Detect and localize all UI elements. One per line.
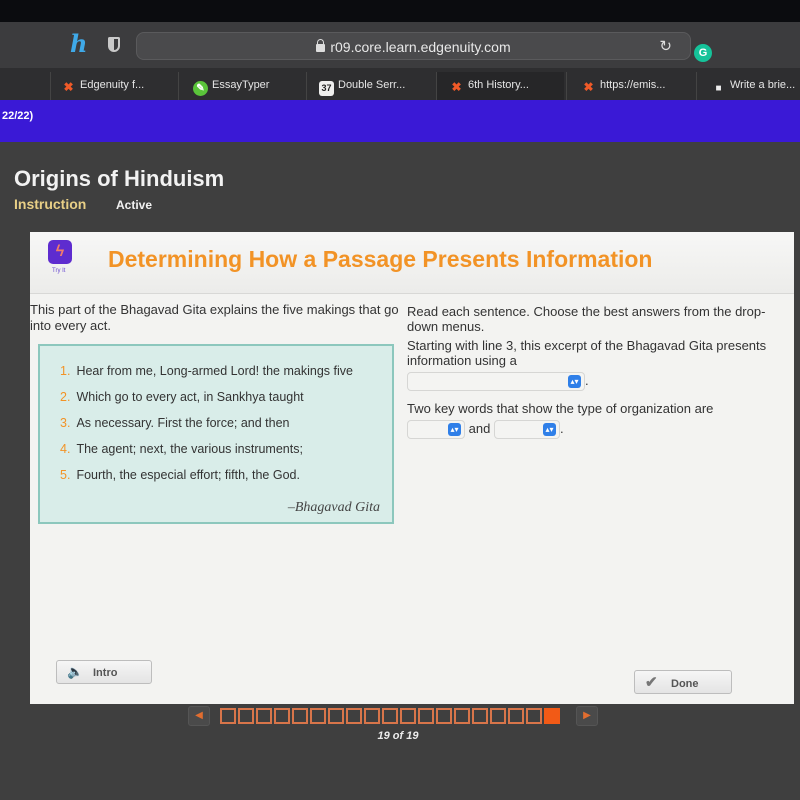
question-2-dropdown-1[interactable]: ▴▾ <box>407 420 465 439</box>
dropdown-chevron-icon: ▴▾ <box>568 375 581 388</box>
page-indicator[interactable] <box>526 708 542 724</box>
dropdown-chevron-icon: ▴▾ <box>448 423 461 436</box>
address-bar[interactable]: r09.core.learn.edgenuity.com ↻ <box>136 32 691 60</box>
page-indicator[interactable] <box>454 708 470 724</box>
progress-counter: 22/22) <box>2 110 34 122</box>
question-1-dropdown[interactable]: ▴▾ <box>407 372 585 391</box>
screen: h r09.core.learn.edgenuity.com ↻ G ✖ Edge… <box>0 0 800 800</box>
page-indicator[interactable] <box>400 708 416 724</box>
tab-write-brief[interactable]: ■ Write a brie... <box>696 72 800 102</box>
page-indicator[interactable] <box>346 708 362 724</box>
page-indicators <box>220 708 560 724</box>
page-indicator[interactable] <box>310 708 326 724</box>
tab-edgenuity[interactable]: ✖ Edgenuity f... <box>50 72 176 102</box>
page-indicator[interactable] <box>256 708 272 724</box>
edgenuity-x-icon: ✖ <box>63 80 74 94</box>
intro-audio-button[interactable]: 🔈 Intro <box>56 660 152 684</box>
course-title: Origins of Hinduism <box>14 166 225 191</box>
page-indicator[interactable] <box>508 708 524 724</box>
privacy-shield-icon[interactable] <box>108 37 120 52</box>
lesson-page: Origins of Hinduism Instruction Active ϟ… <box>0 142 800 800</box>
tab-6th-history[interactable]: ✖ 6th History... <box>436 72 564 102</box>
url-text: r09.core.learn.edgenuity.com <box>330 39 511 55</box>
browser-toolbar: h r09.core.learn.edgenuity.com ↻ G <box>0 22 800 68</box>
passage-line: 1. Hear from me, Long-armed Lord! the mak… <box>60 364 353 378</box>
reload-icon[interactable]: ↻ <box>659 37 672 55</box>
bezel <box>0 0 800 24</box>
activity-card: ϟ Try It Determining How a Passage Prese… <box>30 232 794 704</box>
passage-intro: This part of the Bhagavad Gita explains … <box>30 302 399 333</box>
document-icon: ■ <box>715 83 722 94</box>
page-indicator[interactable] <box>328 708 344 724</box>
next-arrow-icon[interactable]: ▶ <box>576 706 598 726</box>
page-indicator[interactable] <box>490 708 506 724</box>
try-it-icon: ϟ <box>48 240 72 264</box>
passage-box: 1. Hear from me, Long-armed Lord! the mak… <box>38 344 394 524</box>
page-indicator[interactable] <box>238 708 254 724</box>
page-indicator[interactable] <box>418 708 434 724</box>
dropdown-chevron-icon: ▴▾ <box>542 423 556 436</box>
passage-line: 3. As necessary. First the force; and the… <box>60 416 290 430</box>
edgenuity-x-icon: ✖ <box>583 80 594 94</box>
done-button[interactable]: ✔ Done <box>634 670 732 694</box>
tab-essaytyper[interactable]: ✎ EssayTyper <box>178 72 304 102</box>
passage-line: 2. Which go to every act, in Sankhya taug… <box>60 390 304 404</box>
passage-line: 5. Fourth, the especial effort; fifth, th… <box>60 468 300 482</box>
try-it-label: Try It <box>52 268 66 274</box>
page-count: 19 of 19 <box>377 730 419 742</box>
page-indicator[interactable] <box>544 708 560 724</box>
grammarly-extension-icon[interactable]: G <box>694 44 712 62</box>
double-icon: 37 <box>319 81 334 96</box>
essaytyper-icon: ✎ <box>193 81 208 96</box>
breadcrumb-instruction[interactable]: Instruction <box>14 196 86 212</box>
question-1-text: Starting with line 3, this excerpt of th… <box>407 338 767 368</box>
passage-line: 4. The agent; next, the various instrumen… <box>60 442 303 456</box>
edgenuity-x-icon: ✖ <box>451 80 462 94</box>
tab-double[interactable]: 37 Double Serr... <box>306 72 434 102</box>
checkmark-icon: ✔ <box>645 674 658 691</box>
page-indicator[interactable] <box>220 708 236 724</box>
page-indicator[interactable] <box>364 708 380 724</box>
questions-column: Read each sentence. Choose the best answ… <box>407 304 767 443</box>
instructions-text: Read each sentence. Choose the best answ… <box>407 304 766 334</box>
lock-icon <box>316 39 326 52</box>
question-2-dropdown-2[interactable]: ▴▾ <box>493 420 560 439</box>
activity-pager: ◀ ▶ <box>188 704 608 728</box>
passage-attribution: –Bhagavad Gita <box>287 500 380 515</box>
page-indicator[interactable] <box>472 708 488 724</box>
tab-bar: ✖ Edgenuity f... ✎ EssayTyper 37 Double Ser… <box>0 68 800 102</box>
course-progress-bar: 22/22) <box>0 100 800 142</box>
page-indicator[interactable] <box>436 708 452 724</box>
page-indicator[interactable] <box>274 708 290 724</box>
question-2-text: Two key words that show the type of orga… <box>407 401 714 416</box>
page-indicator[interactable] <box>292 708 308 724</box>
tab-emis[interactable]: ✖ https://emis... <box>566 72 694 102</box>
activity-title: Determining How a Passage Presents Infor… <box>108 246 653 272</box>
previous-arrow-icon[interactable]: ◀ <box>188 706 210 726</box>
page-indicator[interactable] <box>382 708 398 724</box>
honey-extension-icon[interactable]: h <box>70 29 87 58</box>
activity-header: ϟ Try It Determining How a Passage Prese… <box>30 232 794 294</box>
passage-column: This part of the Bhagavad Gita explains … <box>30 302 400 524</box>
breadcrumb-status: Active <box>116 198 153 212</box>
joiner-text: and <box>468 420 491 436</box>
speaker-icon: 🔈 <box>67 664 84 679</box>
